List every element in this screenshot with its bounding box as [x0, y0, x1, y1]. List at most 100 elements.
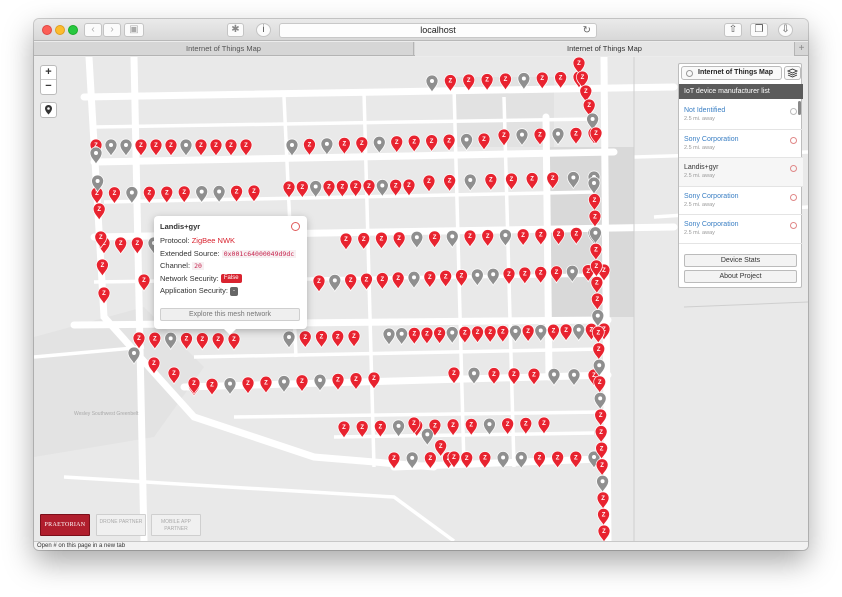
map-select-label: Internet of Things Map [698, 69, 774, 76]
svg-text:Z: Z [599, 413, 603, 419]
svg-text:Z: Z [593, 214, 597, 220]
locate-button[interactable] [40, 102, 57, 118]
manufacturer-distance: 2.5 mi. away [684, 230, 715, 236]
svg-text:Z: Z [153, 336, 157, 342]
application-security-badge: - [230, 286, 239, 296]
popup-close-icon[interactable] [291, 222, 300, 231]
svg-text:Z: Z [468, 234, 472, 240]
svg-text:Z: Z [574, 455, 578, 461]
downloads-icon[interactable]: ⇩ [778, 23, 793, 37]
maximize-window-button[interactable] [68, 25, 78, 35]
svg-text:Z: Z [142, 278, 146, 284]
svg-text:Z: Z [320, 335, 324, 341]
info-icon[interactable]: i [256, 23, 271, 37]
svg-text:Z: Z [380, 236, 384, 242]
svg-text:Z: Z [317, 279, 321, 285]
svg-text:Z: Z [524, 422, 528, 428]
list-item[interactable]: Sony Corporation 2.5 mi. away [679, 187, 803, 215]
svg-text:Z: Z [595, 264, 599, 270]
extension-icon[interactable]: ✱ [227, 23, 244, 37]
list-item[interactable]: Not Identified 2.5 mi. away [679, 101, 803, 130]
svg-text:Z: Z [210, 383, 214, 389]
tab-2[interactable]: Internet of Things Map [415, 42, 794, 56]
svg-text:Z: Z [287, 185, 291, 191]
drone-partner-logo[interactable]: DRONE PARTNER [96, 514, 146, 536]
list-item[interactable]: Landis+gyr 2.5 mi. away [679, 158, 803, 187]
svg-text:Z: Z [538, 455, 542, 461]
reload-icon[interactable]: ↻ [583, 24, 591, 37]
minimize-window-button[interactable] [55, 25, 65, 35]
close-window-button[interactable] [42, 25, 52, 35]
mobile-app-partner-logo[interactable]: MOBILE APP PARTNER [151, 514, 201, 536]
layers-button[interactable] [784, 66, 801, 80]
svg-text:Z: Z [526, 329, 530, 335]
svg-text:Z: Z [555, 270, 559, 276]
zoom-out-button[interactable]: − [41, 80, 56, 94]
svg-text:Z: Z [501, 330, 505, 336]
manufacturer-distance: 2.5 mi. away [684, 144, 715, 151]
svg-text:Z: Z [476, 330, 480, 336]
svg-text:Z: Z [367, 184, 371, 190]
status-dot-icon [790, 136, 797, 144]
svg-text:Z: Z [556, 455, 560, 461]
svg-text:Z: Z [428, 275, 432, 281]
svg-text:Z: Z [397, 236, 401, 242]
address-bar[interactable]: localhost ↻ [279, 23, 597, 38]
svg-text:Z: Z [512, 372, 516, 378]
list-item[interactable]: Sony Corporation 2.5 mi. away [679, 130, 803, 158]
svg-text:Z: Z [235, 189, 239, 195]
svg-text:Z: Z [232, 337, 236, 343]
svg-text:Z: Z [354, 184, 358, 190]
extended-source-label: Extended Source: [160, 248, 220, 258]
map-select[interactable]: Internet of Things Map [681, 66, 782, 80]
explore-mesh-button[interactable]: Explore this mesh network [160, 308, 300, 321]
tab-1[interactable]: Internet of Things Map [34, 42, 414, 56]
svg-text:Z: Z [360, 425, 364, 431]
svg-text:Z: Z [246, 381, 250, 387]
svg-text:Z: Z [340, 184, 344, 190]
svg-text:Z: Z [552, 328, 556, 334]
svg-text:Z: Z [540, 76, 544, 82]
device-stats-button[interactable]: Device Stats [684, 254, 797, 267]
svg-text:Z: Z [327, 185, 331, 191]
svg-text:Z: Z [504, 77, 508, 83]
svg-text:Z: Z [488, 330, 492, 336]
svg-text:Z: Z [200, 337, 204, 343]
svg-text:Z: Z [349, 278, 353, 284]
svg-text:Z: Z [214, 143, 218, 149]
sidebar-toggle-icon[interactable]: ▣ [124, 23, 144, 37]
list-item[interactable]: Sony Corporation 2.5 mi. away [679, 215, 803, 244]
svg-text:Z: Z [119, 241, 123, 247]
manufacturer-name: Sony Corporation [684, 192, 739, 200]
share-icon[interactable]: ⇧ [724, 23, 742, 37]
zoom-in-button[interactable]: + [41, 66, 56, 80]
about-project-button[interactable]: About Project [684, 270, 797, 283]
svg-text:Z: Z [451, 423, 455, 429]
status-dot-icon [790, 108, 797, 115]
svg-text:Z: Z [439, 444, 443, 450]
praetorian-logo[interactable]: PRAETORIAN [40, 514, 90, 536]
svg-text:Z: Z [342, 425, 346, 431]
svg-text:Z: Z [182, 190, 186, 196]
svg-text:Z: Z [452, 455, 456, 461]
forward-icon[interactable]: › [103, 23, 121, 37]
svg-text:Z: Z [595, 297, 599, 303]
map-canvas[interactable]: Wesley Southwest Greenbelt Z Z Z Z Z Z Z Z Z Z Z Z Z… [34, 57, 808, 541]
svg-text:Z: Z [465, 456, 469, 462]
back-icon[interactable]: ‹ [84, 23, 102, 37]
device-popup: Landis+gyr Protocol: ZigBee NWK Extended… [154, 216, 307, 335]
svg-text:Z: Z [379, 424, 383, 430]
svg-text:Z: Z [502, 133, 506, 139]
extended-source-row: Extended Source: 0x001c64000049d9dc [160, 248, 301, 261]
manufacturer-list: Not Identified 2.5 mi. away Sony Corpora… [679, 101, 803, 244]
new-tab-icon[interactable]: + [794, 42, 808, 56]
tabs-overview-icon[interactable]: ❐ [750, 23, 768, 37]
svg-text:Z: Z [467, 78, 471, 84]
svg-text:Z: Z [581, 75, 585, 81]
svg-text:Z: Z [449, 79, 453, 85]
svg-text:Z: Z [577, 61, 581, 67]
svg-text:Z: Z [507, 272, 511, 278]
svg-text:Z: Z [600, 463, 604, 469]
protocol-label: Protocol: [160, 236, 190, 245]
svg-text:Z: Z [532, 372, 536, 378]
